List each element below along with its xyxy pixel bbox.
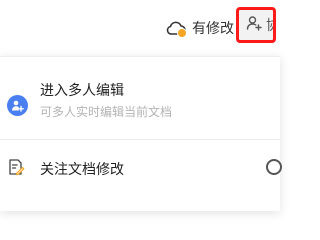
menu-item-multi-edit[interactable]: 进入多人编辑 可多人实时编辑当前文档: [0, 65, 280, 125]
menu-item-follow-changes[interactable]: 关注文档修改: [0, 149, 282, 185]
save-warning-badge: [177, 28, 187, 38]
user-plus-icon: [246, 15, 262, 35]
collaborate-button-label: 协: [266, 15, 273, 35]
multi-edit-title: 进入多人编辑: [40, 83, 124, 99]
menu-divider: [0, 139, 280, 140]
document-edit-icon: [7, 158, 25, 180]
follow-toggle[interactable]: [266, 159, 282, 175]
user-plus-avatar-icon: [7, 95, 28, 116]
save-status[interactable]: 有修改: [166, 17, 234, 39]
cloud-icon: [166, 19, 187, 38]
save-status-label: 有修改: [192, 21, 234, 37]
collaboration-dropdown: 进入多人编辑 可多人实时编辑当前文档 关注文档修改: [0, 56, 282, 211]
top-toolbar: 有修改 协: [0, 0, 280, 56]
collaborate-button[interactable]: 协: [236, 7, 276, 43]
follow-changes-label: 关注文档修改: [40, 162, 124, 178]
multi-edit-subtitle: 可多人实时编辑当前文档: [40, 105, 173, 119]
